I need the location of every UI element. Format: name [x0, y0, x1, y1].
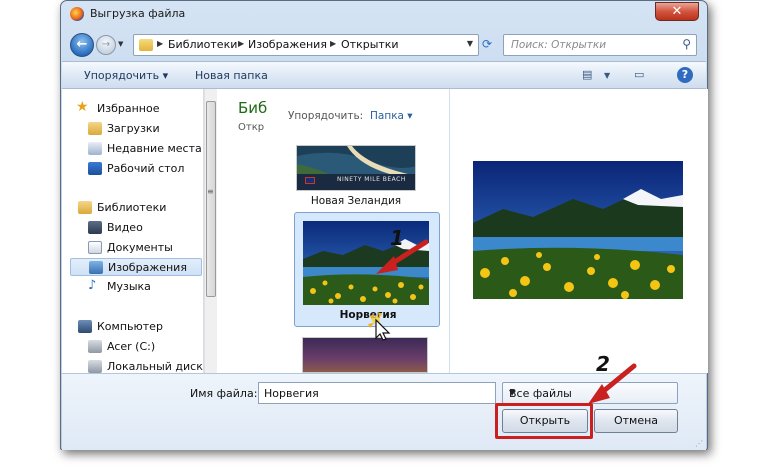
- nav-item-favorites[interactable]: ★ Избранное: [70, 99, 202, 118]
- breadcrumb-postcards[interactable]: Открытки: [341, 38, 399, 51]
- nav-item-drive-c[interactable]: Acer (C:): [70, 338, 202, 356]
- norway-preview-image: [473, 161, 683, 299]
- address-path[interactable]: ▶ Библиотеки ▶ Изображения ▶ Открытки ▼: [133, 34, 479, 56]
- breadcrumb-images[interactable]: Изображения: [248, 38, 327, 51]
- library-subtitle: Откр: [238, 122, 265, 133]
- flag-icon: [305, 177, 315, 184]
- drive-icon: [88, 360, 102, 373]
- filename-input[interactable]: Норвегия: [258, 382, 496, 404]
- folder-icon: [139, 39, 153, 51]
- nav-label: Рабочий стол: [107, 162, 185, 175]
- nav-label: Изображения: [108, 261, 187, 274]
- step-2-arrow: [588, 363, 637, 404]
- chevron-right-icon[interactable]: ▶: [238, 39, 244, 48]
- mouse-pointer-icon: [368, 312, 391, 341]
- nav-label: Музыка: [107, 280, 151, 293]
- nav-item-local-disk[interactable]: Локальный диск: [70, 358, 203, 373]
- title-bar: Выгрузка файла ✕: [61, 1, 707, 29]
- command-toolbar: Упорядочить ▾ Новая папка ▤ ▼ ▭ ?: [62, 61, 706, 89]
- new-folder-button[interactable]: Новая папка: [195, 69, 268, 82]
- images-icon: [89, 261, 103, 274]
- history-dropdown-icon[interactable]: ▼: [118, 40, 123, 48]
- downloads-icon: [88, 122, 102, 135]
- nav-item-video[interactable]: Видео: [70, 219, 202, 237]
- desktop-icon: [88, 162, 102, 175]
- help-icon[interactable]: ?: [677, 67, 693, 83]
- nav-scroll-thumb[interactable]: [206, 101, 216, 297]
- nav-item-documents[interactable]: Документы: [70, 239, 202, 257]
- documents-icon: [88, 241, 102, 254]
- thumbnail-caption-text: NINETY MILE BEACH: [337, 176, 406, 183]
- refresh-icon[interactable]: ⟳: [482, 37, 492, 51]
- video-icon: [88, 221, 102, 234]
- arrange-by-label: Упорядочить:: [288, 110, 364, 122]
- nav-item-desktop[interactable]: Рабочий стол: [70, 160, 202, 178]
- music-icon: ♪: [88, 278, 97, 293]
- nav-label: Загрузки: [107, 122, 160, 135]
- nav-label: Локальный диск: [107, 360, 203, 373]
- search-input[interactable]: Поиск: Открытки ⚲: [503, 34, 697, 56]
- search-placeholder: Поиск: Открытки: [511, 39, 607, 51]
- nav-label: Недавние места: [107, 142, 202, 155]
- resize-grip-icon[interactable]: ⋰: [695, 439, 703, 448]
- nav-item-recent[interactable]: Недавние места: [70, 140, 202, 158]
- firefox-icon: [70, 7, 84, 21]
- filename-value: Норвегия: [264, 387, 319, 400]
- chevron-right-icon[interactable]: ▶: [157, 39, 163, 48]
- address-dropdown-icon[interactable]: ▼: [467, 39, 473, 48]
- file-thumbnail-new-zealand[interactable]: NINETY MILE BEACH: [296, 145, 416, 191]
- nav-label: Документы: [107, 241, 173, 254]
- nav-label: Видео: [107, 221, 143, 234]
- chevron-right-icon[interactable]: ▶: [330, 39, 336, 48]
- organize-menu[interactable]: Упорядочить ▾: [84, 69, 168, 82]
- nav-label: Библиотеки: [97, 201, 167, 214]
- preview-pane: [449, 89, 708, 373]
- navigation-pane: ★ Избранное Загрузки Недавние места Рабо…: [62, 89, 204, 373]
- scroll-grip: ≡: [207, 187, 214, 196]
- nav-scrollbar[interactable]: ≡: [204, 89, 217, 373]
- view-icon[interactable]: ▤: [582, 68, 592, 81]
- recent-places-icon: [88, 142, 102, 155]
- open-button[interactable]: Открыть: [502, 409, 588, 433]
- file-name-new-zealand[interactable]: Новая Зеландия: [291, 195, 421, 207]
- window-title: Выгрузка файла: [90, 7, 186, 20]
- drive-icon: [88, 340, 102, 353]
- nav-item-music[interactable]: ♪ Музыка: [70, 278, 202, 296]
- close-button[interactable]: ✕: [655, 2, 699, 21]
- search-icon[interactable]: ⚲: [682, 37, 691, 51]
- file-list-pane: Биб Откр Упорядочить: Папка ▾ NINETY MIL…: [218, 89, 507, 373]
- view-dropdown-icon[interactable]: ▼: [604, 71, 610, 80]
- back-button[interactable]: ←: [70, 33, 94, 57]
- arrange-by-dropdown[interactable]: Папка ▾: [370, 110, 413, 122]
- nav-item-images[interactable]: Изображения: [70, 258, 202, 276]
- file-thumbnail-night-sky[interactable]: [302, 337, 428, 373]
- cancel-button[interactable]: Отмена: [594, 409, 678, 433]
- library-title: Биб: [238, 99, 268, 117]
- preview-pane-icon[interactable]: ▭: [634, 68, 644, 81]
- step-1-arrow: [376, 239, 429, 274]
- nav-item-computer[interactable]: Компьютер: [70, 318, 202, 336]
- star-icon: ★: [76, 99, 89, 115]
- filename-label: Имя файла:: [190, 387, 258, 400]
- nav-item-downloads[interactable]: Загрузки: [70, 120, 202, 138]
- nav-label: Избранное: [97, 102, 160, 115]
- computer-icon: [78, 320, 92, 333]
- libraries-icon: [78, 201, 92, 214]
- forward-button[interactable]: →: [96, 35, 116, 55]
- nav-label: Acer (C:): [107, 340, 156, 353]
- beach-image: [297, 146, 415, 190]
- breadcrumb-libraries[interactable]: Библиотеки: [168, 38, 237, 51]
- nav-item-libraries[interactable]: Библиотеки: [70, 199, 202, 217]
- nav-label: Компьютер: [97, 320, 163, 333]
- address-bar: ← → ▼ ▶ Библиотеки ▶ Изображения ▶ Откры…: [61, 29, 707, 61]
